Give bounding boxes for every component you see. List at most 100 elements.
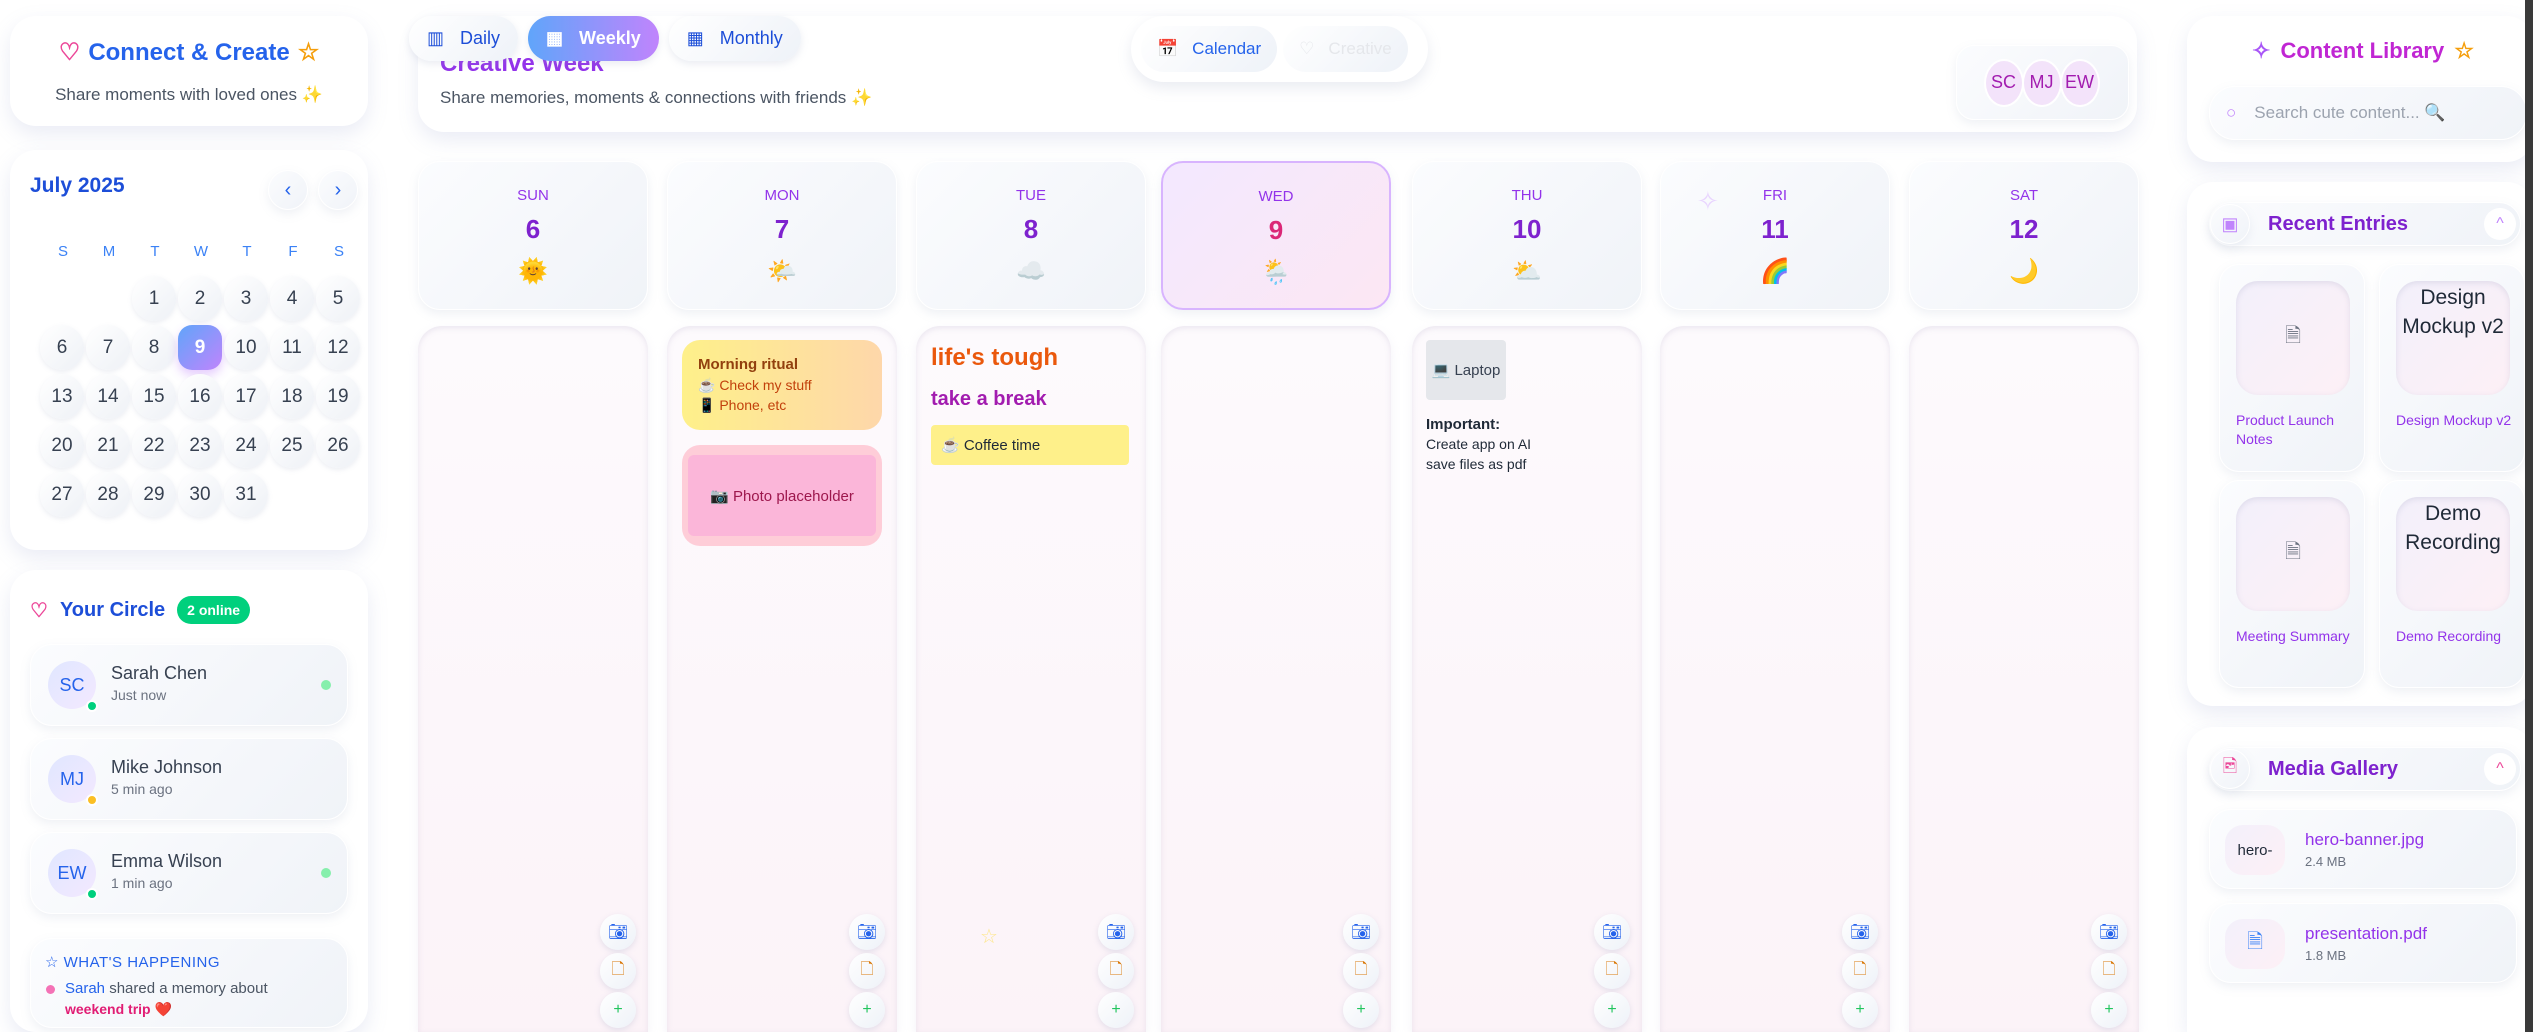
sticky-note[interactable]: Morning ritual ☕ Check my stuff 📱 Phone,… — [682, 340, 882, 430]
note-icon[interactable]: 🗋 — [849, 953, 885, 989]
calendar-day[interactable]: 22 — [132, 423, 176, 468]
contact-card[interactable]: SC Sarah Chen Just now — [30, 644, 348, 726]
calendar-day[interactable]: 17 — [224, 374, 268, 419]
camera-icon[interactable]: 📷︎ — [600, 914, 636, 950]
day-column[interactable]: 📷︎ 🗋 + life's tough take a break ☕ Coffee t… — [916, 326, 1146, 1032]
calendar-day[interactable]: 29 — [132, 472, 176, 517]
calendar-day[interactable]: 15 — [132, 374, 176, 419]
calendar-day[interactable]: 11 — [270, 325, 314, 370]
scrollbar[interactable] — [2525, 0, 2533, 1032]
add-icon[interactable]: + — [1343, 992, 1379, 1028]
entry-card[interactable]: 🗎 Meeting Summary — [2219, 480, 2365, 688]
day-column[interactable]: 📷︎ 🗋 + — [1161, 326, 1391, 1032]
recent-entries-header[interactable]: ▣ Recent Entries ^ — [2209, 202, 2521, 246]
day-header-wed[interactable]: WED 9 🌦️ — [1161, 161, 1391, 310]
day-column[interactable]: 📷︎ 🗋 + 💻 Laptop Important: Create app on AI… — [1412, 326, 1642, 1032]
sticky-note[interactable]: ☕ Coffee time — [931, 425, 1129, 465]
note-icon[interactable]: 🗋 — [600, 953, 636, 989]
day-header-tue[interactable]: TUE 8 ☁️ — [916, 161, 1146, 310]
entry-card[interactable]: Demo Recording Demo Recording — [2379, 480, 2525, 688]
note-icon[interactable]: 🗋 — [1594, 953, 1630, 989]
calendar-day[interactable]: 1 — [132, 276, 176, 321]
text-note[interactable]: life's tough — [931, 344, 1058, 372]
calendar-day[interactable]: 18 — [270, 374, 314, 419]
calendar-day[interactable]: 25 — [270, 423, 314, 468]
calendar-day[interactable]: 14 — [86, 374, 130, 419]
calendar-day[interactable]: 10 — [224, 325, 268, 370]
calendar-day[interactable]: 4 — [270, 276, 314, 321]
activity-highlight[interactable]: weekend trip ❤️ — [65, 1001, 172, 1018]
day-column[interactable]: 📷︎ 🗋 + — [418, 326, 648, 1032]
calendar-day[interactable]: 19 — [316, 374, 360, 419]
calendar-day[interactable]: 12 — [316, 325, 360, 370]
add-icon[interactable]: + — [1842, 992, 1878, 1028]
note-icon[interactable]: 🗋 — [2091, 953, 2127, 989]
media-gallery-header[interactable]: 🖻 Media Gallery ^ — [2209, 747, 2521, 791]
calendar-day[interactable]: 24 — [224, 423, 268, 468]
calendar-day[interactable]: 6 — [40, 325, 84, 370]
avatar[interactable]: SC — [1983, 58, 2024, 107]
media-item[interactable]: 🗎 presentation.pdf 1.8 MB — [2209, 903, 2517, 983]
tab-monthly[interactable]: ▦ Monthly — [668, 16, 801, 61]
entry-card[interactable]: Design Mockup v2 Design Mockup v2 — [2379, 264, 2525, 472]
camera-icon[interactable]: 📷︎ — [849, 914, 885, 950]
contact-card[interactable]: MJ Mike Johnson 5 min ago — [30, 738, 348, 820]
calendar-day[interactable]: 5 — [316, 276, 360, 321]
day-header-fri[interactable]: ✧ FRI 11 🌈 — [1660, 161, 1890, 310]
calendar-day[interactable]: 16 — [178, 374, 222, 419]
add-icon[interactable]: + — [2091, 992, 2127, 1028]
day-column[interactable]: 📷︎ 🗋 + Morning ritual ☕ Check my stuff 📱… — [667, 326, 897, 1032]
text-note[interactable]: take a break — [931, 388, 1047, 411]
tab-weekly[interactable]: ▦ Weekly — [528, 16, 659, 61]
day-header-mon[interactable]: MON 7 🌤️ — [667, 161, 897, 310]
media-item[interactable]: hero- hero-banner.jpg 2.4 MB — [2209, 809, 2517, 889]
day-column[interactable]: 📷︎ 🗋 + — [1660, 326, 1890, 1032]
tab-daily[interactable]: ▥ Daily — [409, 16, 519, 61]
entry-card[interactable]: 🗎 Product Launch Notes — [2219, 264, 2365, 472]
camera-icon[interactable]: 📷︎ — [1343, 914, 1379, 950]
avatar[interactable]: EW — [2059, 58, 2100, 107]
calendar-day[interactable]: 30 — [178, 472, 222, 517]
search-input[interactable]: ○ Search cute content... 🔍 — [2209, 86, 2527, 140]
calendar-day[interactable]: 31 — [224, 472, 268, 517]
calendar-day[interactable]: 8 — [132, 325, 176, 370]
calendar-day[interactable]: 27 — [40, 472, 84, 517]
camera-icon[interactable]: 📷︎ — [1594, 914, 1630, 950]
add-icon[interactable]: + — [1098, 992, 1134, 1028]
camera-icon[interactable]: 📷︎ — [1098, 914, 1134, 950]
calendar-day[interactable]: 7 — [86, 325, 130, 370]
next-month-button[interactable]: › — [318, 170, 358, 210]
mode-creative[interactable]: ♡ Creative — [1283, 26, 1408, 72]
day-column[interactable]: 📷︎ 🗋 + — [1909, 326, 2139, 1032]
calendar-day[interactable]: 9 — [178, 325, 222, 370]
add-icon[interactable]: + — [849, 992, 885, 1028]
calendar-day[interactable]: 3 — [224, 276, 268, 321]
day-header-sun[interactable]: SUN 6 🌞 — [418, 161, 648, 310]
prev-month-button[interactable]: ‹ — [268, 170, 308, 210]
calendar-day[interactable]: 26 — [316, 423, 360, 468]
note-icon[interactable]: 🗋 — [1098, 953, 1134, 989]
note-icon[interactable]: 🗋 — [1842, 953, 1878, 989]
calendar-day[interactable]: 23 — [178, 423, 222, 468]
weekday-label: S — [57, 243, 68, 260]
add-icon[interactable]: + — [600, 992, 636, 1028]
collapse-chevron-icon[interactable]: ^ — [2484, 208, 2516, 240]
laptop-chip[interactable]: 💻 Laptop — [1426, 340, 1506, 400]
camera-icon[interactable]: 📷︎ — [2091, 914, 2127, 950]
add-icon[interactable]: + — [1594, 992, 1630, 1028]
mode-calendar[interactable]: 📅 Calendar — [1141, 26, 1278, 72]
avatar[interactable]: MJ — [2021, 58, 2062, 107]
activity-user[interactable]: Sarah — [65, 980, 105, 997]
calendar-day[interactable]: 28 — [86, 472, 130, 517]
camera-icon[interactable]: 📷︎ — [1842, 914, 1878, 950]
collapse-chevron-icon[interactable]: ^ — [2484, 753, 2516, 785]
day-header-sat[interactable]: SAT 12 🌙 — [1909, 161, 2139, 310]
photo-card[interactable]: 📷 Photo placeholder — [682, 445, 882, 546]
calendar-day[interactable]: 20 — [40, 423, 84, 468]
calendar-day[interactable]: 13 — [40, 374, 84, 419]
day-header-thu[interactable]: THU 10 ⛅ — [1412, 161, 1642, 310]
calendar-day[interactable]: 21 — [86, 423, 130, 468]
note-icon[interactable]: 🗋 — [1343, 953, 1379, 989]
contact-card[interactable]: EW Emma Wilson 1 min ago — [30, 832, 348, 914]
calendar-day[interactable]: 2 — [178, 276, 222, 321]
